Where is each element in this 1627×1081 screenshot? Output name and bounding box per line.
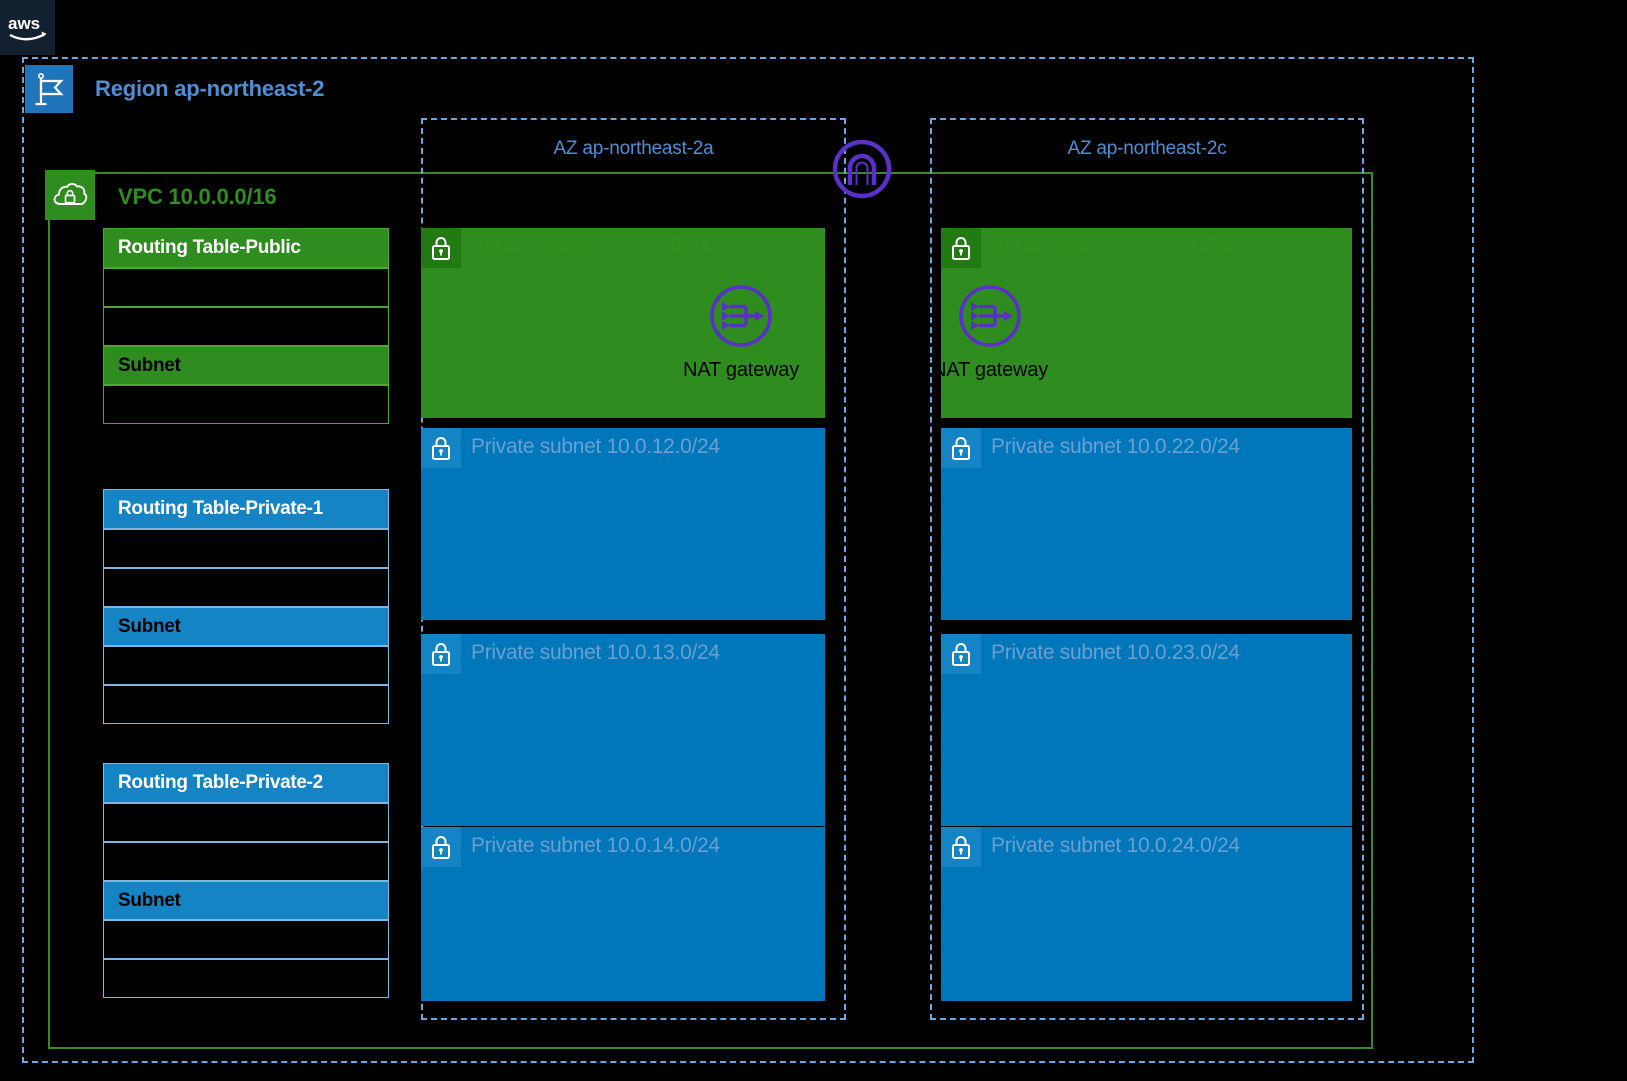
region-label: Region ap-northeast-2 xyxy=(95,76,325,101)
vpc-label: VPC 10.0.0.0/16 xyxy=(118,184,277,209)
routing-table-subnet-header: Subnet xyxy=(103,881,389,920)
routing-table-private-1[interactable]: Routing Table-Private-1 Subnet xyxy=(103,489,389,724)
subnet-private-az-a-2[interactable]: Private subnet 10.0.13.0/24 xyxy=(421,634,825,826)
routing-table-row[interactable] xyxy=(103,685,389,724)
lock-icon xyxy=(421,428,461,468)
availability-zone-c-label: AZ ap-northeast-2c xyxy=(1067,138,1227,159)
routing-table-row[interactable] xyxy=(103,385,389,424)
routing-table-row[interactable] xyxy=(103,307,389,346)
nat-gateway-az-a[interactable]: NAT gateway xyxy=(676,283,806,382)
subnet-label: Private subnet 10.0.13.0/24 xyxy=(471,641,720,664)
lock-icon xyxy=(941,634,981,674)
lock-icon xyxy=(941,228,981,268)
subnet-label: Public subnet 10.0.11.0/24 xyxy=(471,235,711,258)
subnet-label: Public subnet 10.0.21.0/24 xyxy=(991,235,1232,258)
subnet-private-az-c-1[interactable]: Private subnet 10.0.22.0/24 xyxy=(941,428,1352,620)
routing-table-row[interactable] xyxy=(103,920,389,959)
lock-icon xyxy=(421,228,461,268)
subnet-private-az-c-2[interactable]: Private subnet 10.0.23.0/24 xyxy=(941,634,1352,826)
internet-gateway-icon xyxy=(831,138,893,200)
subnet-private-az-c-3[interactable]: Private subnet 10.0.24.0/24 xyxy=(941,827,1352,1001)
lock-icon xyxy=(941,428,981,468)
routing-table-subnet-header: Subnet xyxy=(103,607,389,646)
aws-architecture-diagram: aws Region ap-northeast-2 VPC 10.0.0.0/1… xyxy=(0,0,1627,1081)
routing-table-row[interactable] xyxy=(103,568,389,607)
routing-table-row[interactable] xyxy=(103,842,389,881)
routing-table-title: Routing Table-Private-2 xyxy=(103,763,389,803)
routing-table-title: Routing Table-Private-1 xyxy=(103,489,389,529)
routing-table-row[interactable] xyxy=(103,268,389,307)
routing-table-row[interactable] xyxy=(103,803,389,842)
routing-table-public[interactable]: Routing Table-Public Subnet xyxy=(103,228,389,424)
nat-gateway-label: NAT gateway xyxy=(682,359,799,381)
aws-logo: aws xyxy=(0,0,55,55)
routing-table-row[interactable] xyxy=(103,959,389,998)
availability-zone-a-label: AZ ap-northeast-2a xyxy=(553,138,714,159)
vpc-cloud-lock-icon xyxy=(45,170,95,220)
routing-table-subnet-header: Subnet xyxy=(103,346,389,385)
region-flag-icon xyxy=(25,65,73,113)
routing-table-row[interactable] xyxy=(103,646,389,685)
routing-table-private-2[interactable]: Routing Table-Private-2 Subnet xyxy=(103,763,389,998)
subnet-private-az-a-3[interactable]: Private subnet 10.0.14.0/24 xyxy=(421,827,825,1001)
nat-gateway-icon xyxy=(959,285,1021,347)
nat-gateway-az-c[interactable]: NAT gateway xyxy=(925,283,1055,382)
aws-wordmark-icon: aws xyxy=(8,14,46,40)
subnet-label: Private subnet 10.0.22.0/24 xyxy=(991,435,1240,458)
nat-gateway-label: NAT gateway xyxy=(931,359,1048,381)
lock-icon xyxy=(421,634,461,674)
svg-text:aws: aws xyxy=(8,14,40,33)
lock-icon xyxy=(941,827,981,867)
lock-icon xyxy=(421,827,461,867)
routing-table-title: Routing Table-Public xyxy=(103,228,389,268)
subnet-label: Private subnet 10.0.23.0/24 xyxy=(991,641,1240,664)
subnet-label: Private subnet 10.0.14.0/24 xyxy=(471,834,720,857)
nat-gateway-icon xyxy=(710,285,772,347)
subnet-private-az-a-1[interactable]: Private subnet 10.0.12.0/24 xyxy=(421,428,825,620)
routing-table-row[interactable] xyxy=(103,529,389,568)
subnet-label: Private subnet 10.0.24.0/24 xyxy=(991,834,1240,857)
subnet-label: Private subnet 10.0.12.0/24 xyxy=(471,435,720,458)
